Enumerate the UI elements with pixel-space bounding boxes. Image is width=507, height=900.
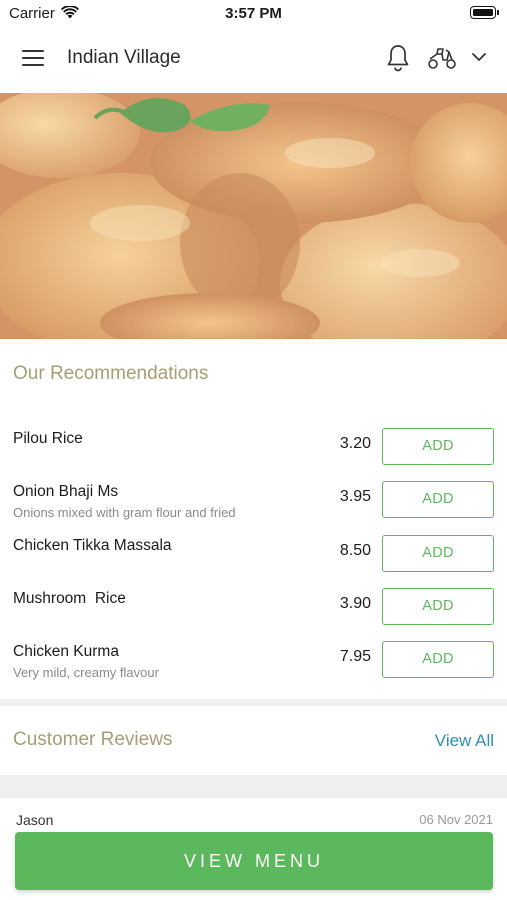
recommendations-heading: Our Recommendations: [13, 363, 209, 384]
section-divider: [0, 775, 507, 798]
review-date: 06 Nov 2021: [419, 812, 493, 827]
battery-icon: [470, 6, 499, 19]
bell-icon[interactable]: [386, 44, 410, 72]
add-button[interactable]: ADD: [382, 428, 494, 465]
top-nav-bar: Indian Village: [0, 28, 507, 92]
list-item: Pilou Rice 3.20 ADD: [0, 428, 507, 482]
add-button[interactable]: ADD: [382, 588, 494, 625]
item-name: Pilou Rice: [13, 430, 83, 447]
item-price: 7.95: [339, 648, 371, 665]
add-button[interactable]: ADD: [382, 535, 494, 572]
item-price: 8.50: [339, 542, 371, 559]
restaurant-title: Indian Village: [67, 47, 181, 68]
add-button[interactable]: ADD: [382, 641, 494, 678]
list-item: Chicken Kurma Very mild, creamy flavour …: [0, 641, 507, 695]
item-description: Very mild, creamy flavour: [13, 665, 159, 680]
menu-icon[interactable]: [22, 50, 44, 68]
hero-food-image: [0, 93, 507, 339]
reviews-heading: Customer Reviews: [13, 729, 173, 750]
scooter-icon[interactable]: [427, 46, 457, 70]
item-price: 3.20: [339, 435, 371, 452]
chevron-down-icon[interactable]: [471, 51, 487, 63]
view-all-reviews-link[interactable]: View All: [435, 731, 494, 751]
item-name: Chicken Kurma: [13, 643, 119, 660]
status-bar: Carrier 3:57 PM: [0, 0, 507, 28]
list-item: Chicken Tikka Massala 8.50 ADD: [0, 535, 507, 589]
item-price: 3.95: [339, 488, 371, 505]
item-price: 3.90: [339, 595, 371, 612]
reviewer-name: Jason: [16, 812, 54, 828]
review-item: Jason 06 Nov 2021: [0, 798, 507, 828]
section-divider: [0, 699, 507, 706]
item-description: Onions mixed with gram flour and fried: [13, 505, 236, 520]
clock: 3:57 PM: [225, 5, 282, 22]
item-name: Chicken Tikka Massala: [13, 537, 172, 554]
view-menu-button[interactable]: VIEW MENU: [15, 832, 493, 890]
item-name: Onion Bhaji Ms: [13, 483, 119, 500]
list-item: Mushroom Rice 3.90 ADD: [0, 588, 507, 642]
add-button[interactable]: ADD: [382, 481, 494, 518]
item-name: Mushroom Rice: [13, 590, 126, 607]
list-item: Onion Bhaji Ms Onions mixed with gram fl…: [0, 481, 507, 535]
